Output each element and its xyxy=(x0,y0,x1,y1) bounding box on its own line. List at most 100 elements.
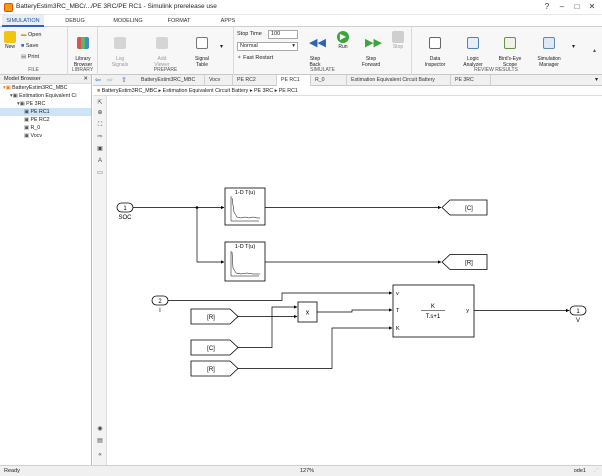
run-button[interactable]: ▶ Run xyxy=(332,31,354,50)
model-canvas[interactable]: 1 SOC 1-D T(u) 1-D T(u) [C] [R] 2 I [R] xyxy=(107,96,602,465)
signal-line[interactable] xyxy=(168,291,393,301)
signal-table-button[interactable]: Signal Table xyxy=(188,31,216,68)
tab-debug[interactable]: DEBUG xyxy=(58,15,92,27)
tab-simulation[interactable]: SIMULATION xyxy=(2,15,44,27)
lookup-table-1[interactable]: 1-D T(u) xyxy=(224,187,266,226)
outport-v[interactable]: 1 V xyxy=(569,305,587,324)
tree-item[interactable]: ▣ PE RC1 xyxy=(0,108,91,116)
goto-tag-c[interactable]: [C] xyxy=(441,199,488,216)
add-viewer-button[interactable]: Add Viewer xyxy=(148,31,176,68)
minimize-button[interactable]: – xyxy=(556,1,568,12)
prepare-group-label: PREPARE xyxy=(153,67,178,73)
save-button[interactable]: ■ Save xyxy=(21,43,38,49)
open-button[interactable]: ▬ Open xyxy=(21,32,42,38)
window-title: BatteryEstim3RC_MBC/.../PE 3RC/PE RC1 - … xyxy=(16,3,217,10)
camera-icon[interactable]: ◉ xyxy=(96,426,104,433)
tree-item[interactable]: ▣ R_0 xyxy=(0,124,91,132)
tab-modeling[interactable]: MODELING xyxy=(106,15,150,27)
new-button[interactable]: New xyxy=(2,31,18,50)
tf-denominator: T.s+1 xyxy=(426,314,441,320)
goto-tag-r[interactable]: [R] xyxy=(441,254,488,270)
zoom-level[interactable]: 127% xyxy=(300,466,314,476)
collapse-left-icon[interactable]: « xyxy=(96,452,104,459)
forward-arrow-icon[interactable]: ⇨ xyxy=(107,76,113,84)
prepare-group: Log Signals Add Viewer Signal Table ▾ PR… xyxy=(98,27,234,75)
from-tag-c[interactable]: [C] xyxy=(190,339,239,356)
close-button[interactable]: ✕ xyxy=(586,1,598,12)
tree-item[interactable]: ▾▣ Estimation Equivalent Ci xyxy=(0,92,91,100)
ribbon-toolstrip: New ▬ Open ■ Save ▤ Print FILE Library B… xyxy=(0,27,602,75)
resize-grip-icon[interactable]: ⋰ xyxy=(594,466,600,476)
tab-apps[interactable]: APPS xyxy=(214,15,242,27)
back-arrow-icon[interactable]: ⇦ xyxy=(95,76,101,84)
birds-eye-scope-button[interactable]: Bird's-Eye Scope xyxy=(494,31,526,68)
library-browser-button[interactable]: Library Browser xyxy=(70,31,96,68)
simulation-mode-select[interactable]: Normal ▾ xyxy=(237,42,298,51)
area-icon[interactable]: ▭ xyxy=(96,170,104,177)
breadcrumb-item[interactable]: BatteryEstim3RC_MBC xyxy=(102,88,157,94)
outport-label: V xyxy=(576,318,580,324)
doc-tab-active[interactable]: PE RC1 xyxy=(277,75,311,86)
signal-line[interactable] xyxy=(317,308,393,313)
tree-item[interactable]: ▣ PE RC2 xyxy=(0,116,91,124)
fast-restart-button[interactable]: ✦ Fast Restart xyxy=(237,55,273,61)
up-arrow-icon[interactable]: ⇧ xyxy=(121,76,127,84)
tab-format[interactable]: FORMAT xyxy=(160,15,198,27)
step-back-button[interactable]: ◀◀ Step Back xyxy=(304,31,326,68)
arrow-icon[interactable]: ⇨ xyxy=(96,134,104,141)
signal-line[interactable] xyxy=(238,326,393,369)
stop-time-field[interactable]: 100 xyxy=(268,30,298,39)
logic-analyzer-button[interactable]: Logic Analyzer xyxy=(458,31,488,68)
breadcrumb-item[interactable]: PE 3RC xyxy=(254,88,273,94)
signal-line[interactable] xyxy=(238,305,298,348)
simulate-group: Stop Time 100 Normal ▾ ✦ Fast Restart ◀◀ … xyxy=(234,27,412,75)
maximize-button[interactable]: □ xyxy=(571,1,583,12)
birds-eye-scope-icon xyxy=(504,37,516,49)
port-label: K xyxy=(396,326,400,332)
from-tag-r[interactable]: [R] xyxy=(190,308,239,325)
model-browser-header: Model Browser ✕ xyxy=(0,75,91,84)
print-button[interactable]: ▤ Print xyxy=(21,54,39,60)
tree-item[interactable]: ▾▣ PE 3RC xyxy=(0,100,91,108)
step-back-icon: ◀◀ xyxy=(309,37,326,49)
image-icon[interactable]: ▣ xyxy=(96,146,104,153)
doc-tab[interactable]: PE 3RC xyxy=(451,75,491,86)
stop-button[interactable]: Stop xyxy=(388,31,408,50)
pointer-icon[interactable]: ⇱ xyxy=(96,100,104,107)
close-icon[interactable]: ✕ xyxy=(83,75,88,84)
help-icon[interactable]: ? xyxy=(541,1,553,12)
doc-tab[interactable]: Vocv xyxy=(205,75,233,86)
zoom-icon[interactable]: ⊕ xyxy=(96,110,104,117)
doc-tab[interactable]: BatteryEstim3RC_MBC xyxy=(137,75,205,86)
signal-line[interactable] xyxy=(196,207,225,264)
status-bar: Ready 127% ode1 ⋰ xyxy=(0,465,602,476)
log-signals-button[interactable]: Log Signals xyxy=(106,31,134,68)
lookup-table-2[interactable]: 1-D T(u) xyxy=(224,241,266,282)
simulation-manager-button[interactable]: Simulation Manager xyxy=(532,31,566,68)
review-expand-icon[interactable]: ▾ xyxy=(572,43,575,50)
doc-tab[interactable]: R_0 xyxy=(311,75,347,86)
tree-item[interactable]: ▾▣ BatteryEstim3RC_MBC xyxy=(0,84,91,92)
doc-tab[interactable]: PE RC2 xyxy=(233,75,277,86)
explorer-bar-icon[interactable]: ▤ xyxy=(96,438,104,445)
doc-tab[interactable]: Estimation Equivalent Circuit Battery xyxy=(347,75,451,86)
product-block[interactable]: x xyxy=(297,301,318,323)
tf-numerator: K xyxy=(431,304,435,310)
inport-label: I xyxy=(159,308,161,314)
solver-name[interactable]: ode1 xyxy=(574,466,586,476)
collapse-ribbon-icon[interactable]: ▴ xyxy=(593,47,596,54)
data-inspector-button[interactable]: Data Inspector xyxy=(420,31,450,68)
from-tag-r[interactable]: [R] xyxy=(190,360,239,377)
tree-item-label: Estimation Equivalent Ci xyxy=(19,93,77,99)
breadcrumb-item[interactable]: PE RC1 xyxy=(279,88,298,94)
text-icon[interactable]: A xyxy=(96,158,104,165)
inport-soc[interactable]: 1 SOC xyxy=(116,202,134,221)
tab-list-icon[interactable]: ▾ xyxy=(595,76,598,83)
step-forward-button[interactable]: ▶▶ Step Forward xyxy=(358,31,384,68)
prepare-expand-icon[interactable]: ▾ xyxy=(220,43,223,50)
inport-i[interactable]: 2 I xyxy=(151,295,169,314)
tree-item[interactable]: ▣ Vocv xyxy=(0,132,91,140)
transfer-function-block[interactable]: v T K y K T.s+1 xyxy=(392,284,475,338)
fit-view-icon[interactable]: ⛶ xyxy=(96,122,104,129)
breadcrumb-item[interactable]: Estimation Equivalent Circuit Battery xyxy=(163,88,249,94)
